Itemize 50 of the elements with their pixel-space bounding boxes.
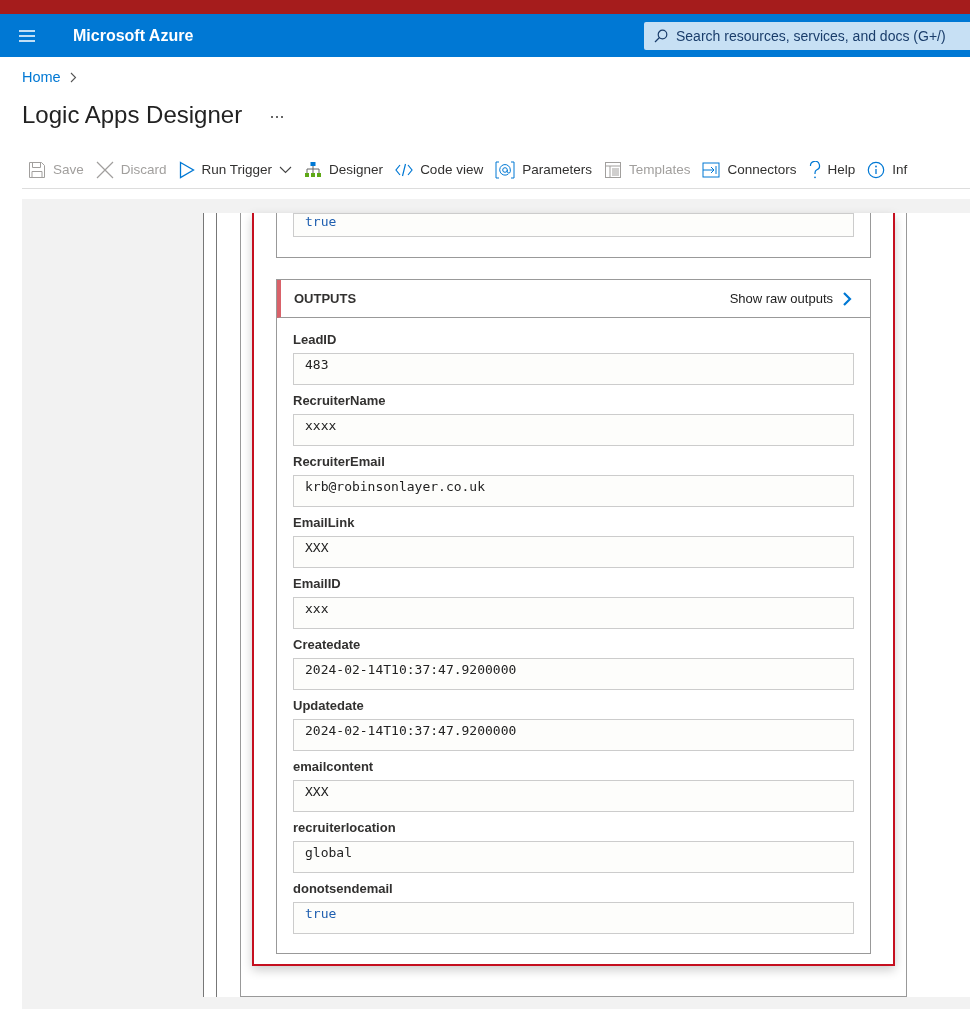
connector-icon (702, 161, 721, 178)
play-icon (178, 160, 195, 179)
layout-icon (603, 160, 622, 179)
toolbar-button[interactable]: Parameters (489, 154, 598, 185)
show-raw-outputs-link[interactable]: Show raw outputs (729, 290, 852, 307)
value-field: 483 (293, 353, 854, 385)
field-label: emailcontent (293, 759, 375, 774)
value-field: 2024-02-14T10:37:47.9200000 (293, 719, 854, 751)
field-label: EmailLink (293, 515, 356, 530)
hierarchy-icon (304, 160, 323, 179)
brand-name[interactable]: Microsoft Azure (73, 26, 194, 45)
field-label: Createdate (293, 637, 362, 652)
chevron-right-icon (842, 290, 852, 307)
at-sign-brackets-icon (495, 160, 516, 179)
search-field[interactable]: Search resources, services, and docs (G+/) (644, 21, 970, 50)
field-label: RecruiterName (293, 393, 387, 408)
field-label: RecruiterEmail (293, 454, 386, 469)
value-field: XXX (293, 780, 854, 812)
menu-icon[interactable] (19, 29, 35, 42)
chevron-down-icon (279, 165, 293, 174)
page-title: Logic Apps Designer (22, 101, 243, 129)
field-label: recruiterlocation (293, 820, 397, 835)
close-icon (95, 160, 114, 179)
chevron-right-icon (69, 71, 77, 83)
value-field: XXX (293, 536, 854, 568)
code-icon (395, 162, 414, 177)
toolbar-button[interactable]: Inf (861, 154, 914, 185)
toolbar-button[interactable]: Connectors (696, 154, 803, 185)
field-label: donotsendemail (293, 881, 394, 896)
more-icon[interactable] (270, 115, 285, 119)
value-field: 2024-02-14T10:37:47.9200000 (293, 658, 854, 690)
toolbar-button[interactable]: Run Trigger (172, 154, 299, 185)
floppy-disk-icon (28, 160, 46, 179)
breadcrumb-link[interactable]: Home (22, 69, 61, 85)
info-icon (867, 160, 886, 179)
value-field: global (293, 841, 854, 873)
field-label: EmailID (293, 576, 342, 591)
value-field: xxx (293, 597, 854, 629)
value-field: true (293, 213, 854, 237)
toolbar-button[interactable]: Help (802, 154, 862, 185)
search-icon (654, 28, 668, 43)
question-mark-icon (808, 160, 821, 179)
field-label: LeadID (293, 332, 338, 347)
toolbar-button[interactable]: Code view (389, 154, 490, 185)
value-field: xxxx (293, 414, 854, 446)
field-label: Updatedate (293, 698, 365, 713)
toolbar-button[interactable]: Designer (298, 154, 390, 185)
value-field: krb@robinsonlayer.co.uk (293, 475, 854, 507)
section-title: OUTPUTS (294, 291, 357, 306)
value-field: true (293, 902, 854, 934)
